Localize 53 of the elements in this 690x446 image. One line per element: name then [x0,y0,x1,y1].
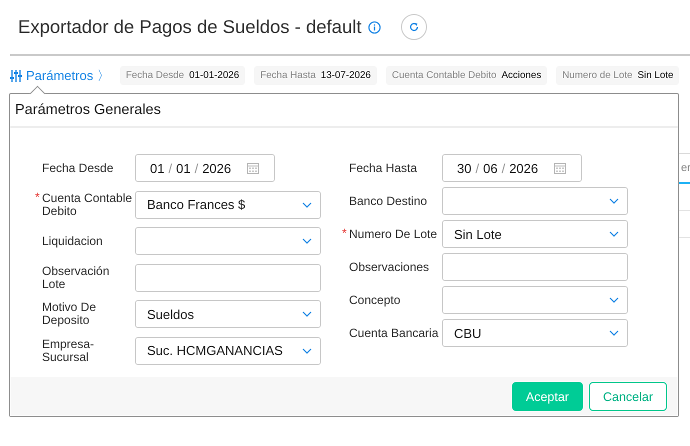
chip-value: 01-01-2026 [189,70,240,81]
field-label: Fecha Hasta [348,162,418,174]
select-field[interactable] [442,187,628,215]
refresh-button[interactable] [400,14,427,40]
select-field[interactable]: Banco Frances $ [135,190,321,218]
field-label: Liquidacion [41,234,104,248]
chip-label: Numero de Lote [562,70,632,81]
chevron-down-icon [609,330,619,336]
chevron-down-icon [302,238,312,244]
date-field[interactable]: 01 / 01 / 2026 [135,154,275,182]
select-field[interactable]: Sin Lote [442,220,628,248]
select-field[interactable]: Suc. HCMGANANCIAS [135,336,321,364]
chip-value: Sin Lote [638,70,674,81]
sliders-icon [10,68,22,82]
select-field[interactable]: CBU [442,319,628,347]
chevron-down-icon [609,198,619,204]
chip-value: 13-07-2026 [320,70,371,81]
parameters-toggle[interactable]: Parámetros 〉 [10,66,110,84]
chip-label: Fecha Hasta [260,70,316,81]
field-label: Empresa-Sucursal [41,338,96,364]
field-label: * Cuenta Contable Debito [35,192,134,218]
field-label: Cuenta Bancaria [348,326,440,340]
select-field[interactable] [442,286,628,314]
field-label: Fecha Desde [41,162,114,174]
field-label: Observación Lote [41,264,110,290]
filter-chip[interactable]: Cuenta Contable Debito Acciones [386,66,548,85]
text-field[interactable] [135,264,321,292]
filter-chip[interactable]: Fecha Hasta 13-07-2026 [254,66,377,85]
select-field[interactable] [135,227,321,255]
field-label: Observaciones [348,260,430,274]
filter-chip[interactable]: Numero de Lote Sin Lote [556,66,680,85]
date-field[interactable]: 30 / 06 / 2026 [442,154,582,182]
chevron-down-icon [609,297,619,303]
chevron-down-icon [609,231,619,237]
text-field[interactable] [442,253,628,281]
page-title: Exportador de Pagos de Sueldos - default [18,16,362,38]
field-label: Motivo De Deposito [41,301,98,327]
calendar-icon[interactable] [247,162,260,174]
field-label: Banco Destino [348,194,428,208]
field-label: * Numero De Lote [342,228,438,240]
filter-chip[interactable]: Fecha Desde 01-01-2026 [120,66,246,85]
refresh-icon [408,21,420,33]
select-field[interactable]: Sueldos [135,300,321,328]
info-icon[interactable] [368,20,381,34]
dialog-title: Parámetros Generales [15,102,161,118]
chip-label: Cuenta Contable Debito [392,70,496,81]
chip-label: Fecha Desde [126,70,184,81]
field-label: Concepto [348,294,402,306]
chevron-down-icon [302,311,312,317]
chevron-down-icon [302,348,312,354]
chip-value: Acciones [501,70,542,81]
chevron-down-icon [302,202,312,208]
calendar-icon[interactable] [554,162,566,174]
